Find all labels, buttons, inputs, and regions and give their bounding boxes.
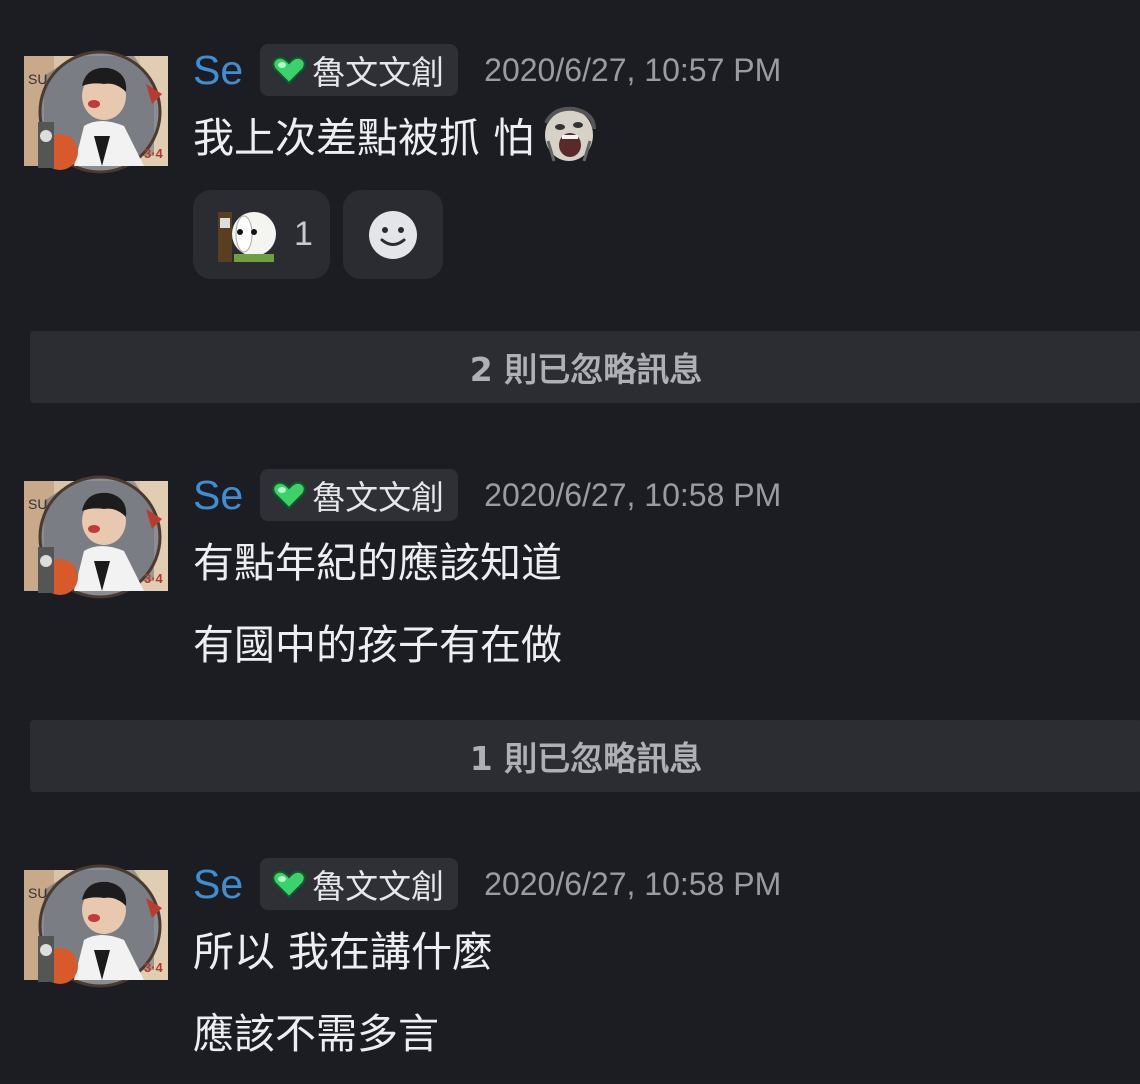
message-header: Se 魯文文創 2020/6/27, 10:58 PM: [193, 467, 781, 523]
reaction-chip[interactable]: 1: [193, 190, 330, 279]
role-label: 魯文文創: [312, 53, 445, 92]
message-text: 我上次差點被抓 怕: [193, 114, 535, 162]
add-reaction-button[interactable]: [343, 190, 443, 279]
username[interactable]: Se: [193, 861, 243, 908]
green-heart-icon: [272, 869, 306, 899]
panda-face-emoji-icon: [218, 211, 277, 262]
green-heart-icon: [272, 480, 306, 510]
user-avatar[interactable]: [24, 471, 168, 603]
ignored-messages-bar[interactable]: 2 則已忽略訊息: [30, 331, 1140, 403]
username[interactable]: Se: [193, 472, 243, 519]
message-text: 有國中的孩子有在做: [193, 621, 562, 669]
username[interactable]: Se: [193, 47, 243, 94]
message-line: 有國中的孩子有在做: [193, 611, 562, 671]
message-line: 有點年紀的應該知道: [193, 529, 562, 589]
message-text: 有點年紀的應該知道: [193, 539, 562, 587]
role-tag[interactable]: 魯文文創: [260, 44, 459, 96]
reaction-count: 1: [294, 215, 313, 253]
message-line: 應該不需多言: [193, 1000, 439, 1060]
green-heart-icon: [272, 55, 306, 85]
ignored-messages-bar[interactable]: 1 則已忽略訊息: [30, 720, 1140, 792]
message-line: 所以 我在講什麼: [193, 918, 493, 978]
message-text: 所以 我在講什麼: [193, 928, 494, 976]
timestamp: 2020/6/27, 10:58 PM: [484, 476, 782, 513]
timestamp: 2020/6/27, 10:58 PM: [484, 865, 782, 902]
reactions-bar: 1: [193, 190, 443, 279]
message-line: 我上次差點被抓 怕: [193, 104, 599, 164]
timestamp: 2020/6/27, 10:57 PM: [484, 51, 782, 88]
message-header: Se 魯文文創 2020/6/27, 10:58 PM: [193, 856, 781, 912]
message-header: Se 魯文文創 2020/6/27, 10:57 PM: [193, 42, 781, 98]
user-avatar[interactable]: [24, 860, 168, 992]
user-avatar[interactable]: [24, 46, 168, 178]
role-tag[interactable]: 魯文文創: [260, 469, 459, 521]
role-label: 魯文文創: [312, 867, 445, 906]
message-text: 應該不需多言: [193, 1010, 439, 1058]
ignored-messages-label: 2 則已忽略訊息: [469, 350, 703, 389]
chat-log: Se 魯文文創 2020/6/27, 10:57 PM 我上次差點被抓 怕 1 …: [0, 0, 1140, 1084]
ignored-messages-label: 1 則已忽略訊息: [469, 739, 703, 778]
screaming-face-emoji-icon: [540, 105, 599, 163]
role-label: 魯文文創: [312, 478, 445, 517]
role-tag[interactable]: 魯文文創: [260, 858, 459, 910]
smiley-add-reaction-icon: [369, 210, 417, 259]
